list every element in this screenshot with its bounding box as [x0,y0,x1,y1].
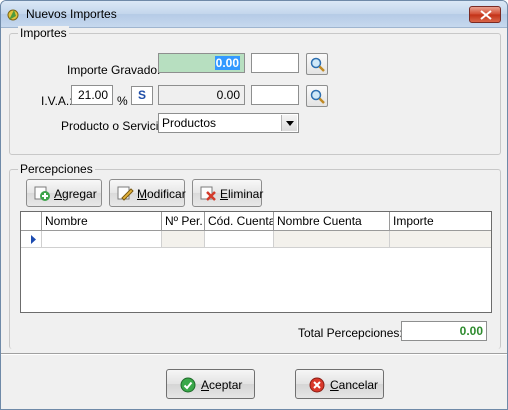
search-icon [310,89,325,104]
row-indicator-cell [21,231,42,248]
eliminar-label: Eliminar [220,187,263,201]
close-icon [480,10,492,20]
row-indicator-header [21,212,42,231]
eliminar-label-key: E [220,187,229,201]
add-icon [34,186,50,201]
table-cell[interactable] [162,231,205,248]
percepciones-table[interactable]: Nombre Nº Per. Cód. Cuenta Nombre Cuenta… [20,211,492,313]
iva-amount-value: 0.00 [216,88,240,102]
edit-icon [117,186,134,201]
iva-code-input[interactable] [251,85,299,105]
producto-selected: Productos [162,116,217,130]
iva-flag-box[interactable]: S [131,86,153,105]
combo-arrow-icon [286,121,294,126]
column-header-nombre[interactable]: Nombre [42,212,162,231]
importe-gravado-value: 0.00 [214,56,240,70]
iva-rate-value: 21.00 [77,88,108,102]
cancelar-label-key: C [330,378,339,392]
search-gravado-button[interactable] [306,53,328,75]
aceptar-label: Aceptar [201,378,242,392]
importe-gravado-label: Importe Gravado: [67,63,161,77]
combo-arrow[interactable] [281,115,297,131]
importe-gravado-code-input[interactable] [251,53,299,73]
cancelar-button[interactable]: Cancelar [295,369,384,399]
percepciones-legend: Percepciones [18,162,95,176]
importes-legend: Importes [18,26,69,40]
modificar-label: Modificar [137,187,186,201]
percent-sign: % [117,94,128,108]
column-header-importe[interactable]: Importe [390,212,491,231]
window-title: Nuevos Importes [26,7,117,21]
aceptar-label-key: A [201,378,210,392]
table-cell[interactable] [205,231,274,248]
table-cell[interactable] [390,231,491,248]
iva-rate-input[interactable]: 21.00 [71,85,113,105]
accept-icon [180,377,196,393]
cancel-icon [309,377,325,393]
app-icon [7,9,19,21]
eliminar-label-post: liminar [228,187,264,201]
agregar-label: Agregar [54,187,97,201]
delete-icon [200,186,216,201]
producto-label: Producto o Servicio [61,119,166,133]
column-header-nro-per[interactable]: Nº Per. [162,212,205,231]
footer-separator [1,353,507,355]
close-button[interactable] [469,6,501,23]
row-pointer-icon [31,235,36,244]
column-header-nombre-cuenta[interactable]: Nombre Cuenta [274,212,390,231]
title-bar[interactable]: Nuevos Importes [1,1,507,28]
search-icon [310,57,325,72]
column-header-cod-cuenta[interactable]: Cód. Cuenta [205,212,274,231]
aceptar-button[interactable]: Aceptar [166,369,255,399]
cancelar-label: Cancelar [330,378,378,392]
modificar-label-key: M [137,187,147,201]
modificar-button[interactable]: Modificar [109,179,186,207]
cancelar-label-post: ancelar [338,378,379,392]
eliminar-button[interactable]: Eliminar [192,179,263,207]
search-iva-button[interactable] [306,85,328,107]
agregar-button[interactable]: Agregar [26,179,102,207]
modificar-label-post: odificar [147,187,186,201]
nuevos-importes-window: Nuevos Importes Importes Importe Gravado… [0,0,508,410]
total-percepciones-label: Total Percepciones: [298,326,403,340]
total-percepciones-value: 0.00 [401,321,487,341]
agregar-label-post: gregar [62,187,97,201]
table-cell[interactable] [42,231,162,248]
producto-select[interactable]: Productos [158,113,299,133]
aceptar-label-post: ceptar [209,378,243,392]
table-cell[interactable] [274,231,390,248]
iva-amount-field: 0.00 [158,85,245,105]
importe-gravado-input[interactable]: 0.00 [158,53,245,73]
agregar-label-key: A [54,187,63,201]
iva-label: I.V.A.: [41,94,73,108]
